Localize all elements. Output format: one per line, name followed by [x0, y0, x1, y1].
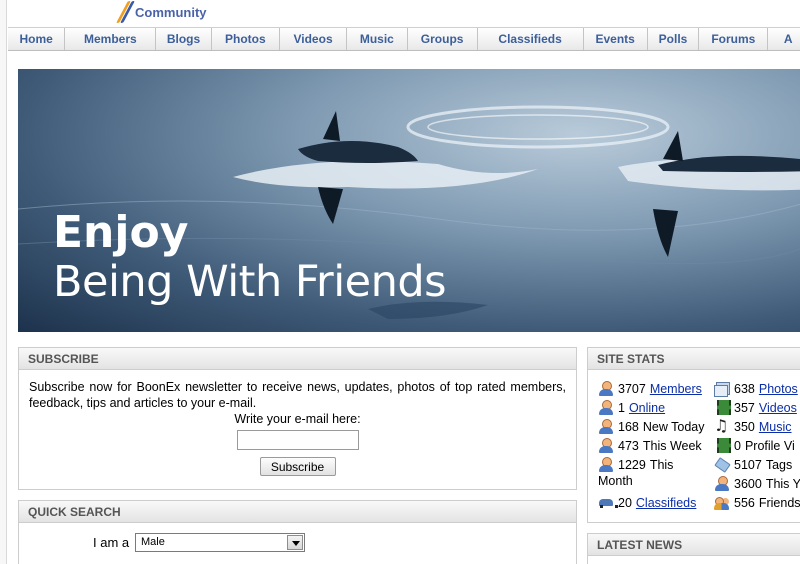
- stat-photos: 638 Photos: [714, 381, 798, 397]
- stat-count: 20: [618, 496, 632, 510]
- site-stats-heading: SITE STATS: [588, 348, 800, 370]
- photos-icon: [714, 381, 730, 397]
- stat-this-week: 473 This Week: [598, 438, 702, 454]
- banner-title: Enjoy: [53, 207, 189, 258]
- i-am-select-value: Male: [141, 536, 165, 548]
- stat-profile-views: 0 Profile Vi: [714, 438, 795, 454]
- stat-count: 3600: [734, 477, 762, 491]
- stat-count: 473: [618, 439, 639, 453]
- nav-item-members[interactable]: Members: [65, 28, 157, 50]
- nav-item-classifieds[interactable]: Classifieds: [478, 28, 584, 50]
- stat-label: This Week: [642, 439, 702, 453]
- stat-label: This Y: [765, 477, 800, 491]
- stat-count: 357: [734, 401, 755, 415]
- email-prompt: Write your e-mail here:: [234, 412, 361, 426]
- nav-item-photos[interactable]: Photos: [212, 28, 280, 50]
- classifieds-icon: [598, 495, 618, 511]
- nav-item-polls[interactable]: Polls: [648, 28, 700, 50]
- stat-this-year: 3600 This Y: [714, 476, 800, 492]
- online-icon: [598, 400, 614, 416]
- videos-icon: [714, 400, 731, 416]
- nav-item-forums[interactable]: Forums: [699, 28, 769, 50]
- stat-label: Profile Vi: [744, 439, 795, 453]
- site-logo[interactable]: Community: [116, 0, 207, 24]
- stat-count: 350: [734, 420, 755, 434]
- banner-subtitle: Being With Friends: [53, 257, 447, 307]
- nav-item-more[interactable]: A: [768, 28, 800, 50]
- videos-link[interactable]: Videos: [759, 401, 797, 415]
- subscribe-heading: SUBSCRIBE: [19, 348, 576, 370]
- stat-this-month-cont: Month: [598, 474, 633, 488]
- stat-friends: 556 Friends: [714, 495, 800, 511]
- nav-item-groups[interactable]: Groups: [408, 28, 478, 50]
- friends-icon: [714, 495, 730, 511]
- nav-item-home[interactable]: Home: [8, 28, 66, 50]
- logo-mark-icon: [116, 1, 135, 23]
- stat-new-today: 168 New Today: [598, 419, 704, 435]
- tags-icon: [714, 457, 730, 473]
- i-am-row: I am a Male: [19, 531, 575, 553]
- stat-label: Friends: [758, 496, 800, 510]
- profile-views-icon: [714, 438, 731, 454]
- i-am-label: I am a: [93, 535, 130, 550]
- left-border: [0, 0, 7, 564]
- this-week-icon: [598, 438, 614, 454]
- stat-online: 1 Online: [598, 400, 665, 416]
- nav-item-events[interactable]: Events: [584, 28, 648, 50]
- stat-label: Tags: [765, 458, 793, 472]
- quick-search-heading: QUICK SEARCH: [19, 501, 576, 523]
- stat-classifieds: 20 Classifieds: [598, 495, 696, 511]
- subscribe-button[interactable]: Subscribe: [259, 457, 336, 476]
- music-link[interactable]: Music: [759, 420, 792, 434]
- stat-members: 3707 Members: [598, 381, 702, 397]
- subscribe-box: SUBSCRIBE Subscribe now for BoonEx newsl…: [18, 347, 577, 490]
- stat-music: 350 Music: [714, 416, 792, 435]
- stat-count: 1229: [618, 458, 646, 472]
- stat-count: 5107: [734, 458, 762, 472]
- stat-count: 3707: [618, 382, 646, 396]
- members-link[interactable]: Members: [650, 382, 702, 396]
- music-icon: [714, 416, 730, 435]
- this-month-icon: [598, 457, 614, 473]
- stat-this-month: 1229 This: [598, 457, 673, 473]
- new-today-icon: [598, 419, 614, 435]
- stat-videos: 357 Videos: [714, 400, 797, 416]
- stat-tags: 5107 Tags: [714, 457, 792, 473]
- subscribe-description: Subscribe now for BoonEx newsletter to r…: [29, 380, 566, 410]
- nav-item-music[interactable]: Music: [347, 28, 408, 50]
- email-field[interactable]: [236, 430, 359, 450]
- nav-item-videos[interactable]: Videos: [280, 28, 348, 50]
- member-icon: [598, 381, 614, 397]
- stat-count: 638: [734, 382, 755, 396]
- nav-item-blogs[interactable]: Blogs: [156, 28, 212, 50]
- stat-count: 1: [618, 401, 625, 415]
- latest-news-heading: LATEST NEWS: [588, 534, 800, 556]
- stat-label: Month: [598, 474, 633, 488]
- stat-count: 168: [618, 420, 639, 434]
- this-year-icon: [714, 476, 730, 492]
- hero-banner: Enjoy Being With Friends: [18, 69, 800, 332]
- quick-search-box: QUICK SEARCH I am a Male: [18, 500, 577, 564]
- stat-count: 556: [734, 496, 755, 510]
- page: Community Home Members Blogs Photos Vide…: [0, 0, 800, 564]
- classifieds-link[interactable]: Classifieds: [636, 496, 696, 510]
- latest-news-box: LATEST NEWS: [587, 533, 800, 564]
- online-link[interactable]: Online: [629, 401, 665, 415]
- photos-link[interactable]: Photos: [759, 382, 798, 396]
- stat-count: 0: [734, 439, 741, 453]
- main-nav: Home Members Blogs Photos Videos Music G…: [8, 27, 800, 51]
- stat-label: New Today: [642, 420, 705, 434]
- stat-label: This: [649, 458, 674, 472]
- i-am-select[interactable]: Male: [135, 533, 305, 552]
- logo-text: Community: [135, 4, 207, 20]
- dropdown-arrow-icon[interactable]: [287, 535, 303, 550]
